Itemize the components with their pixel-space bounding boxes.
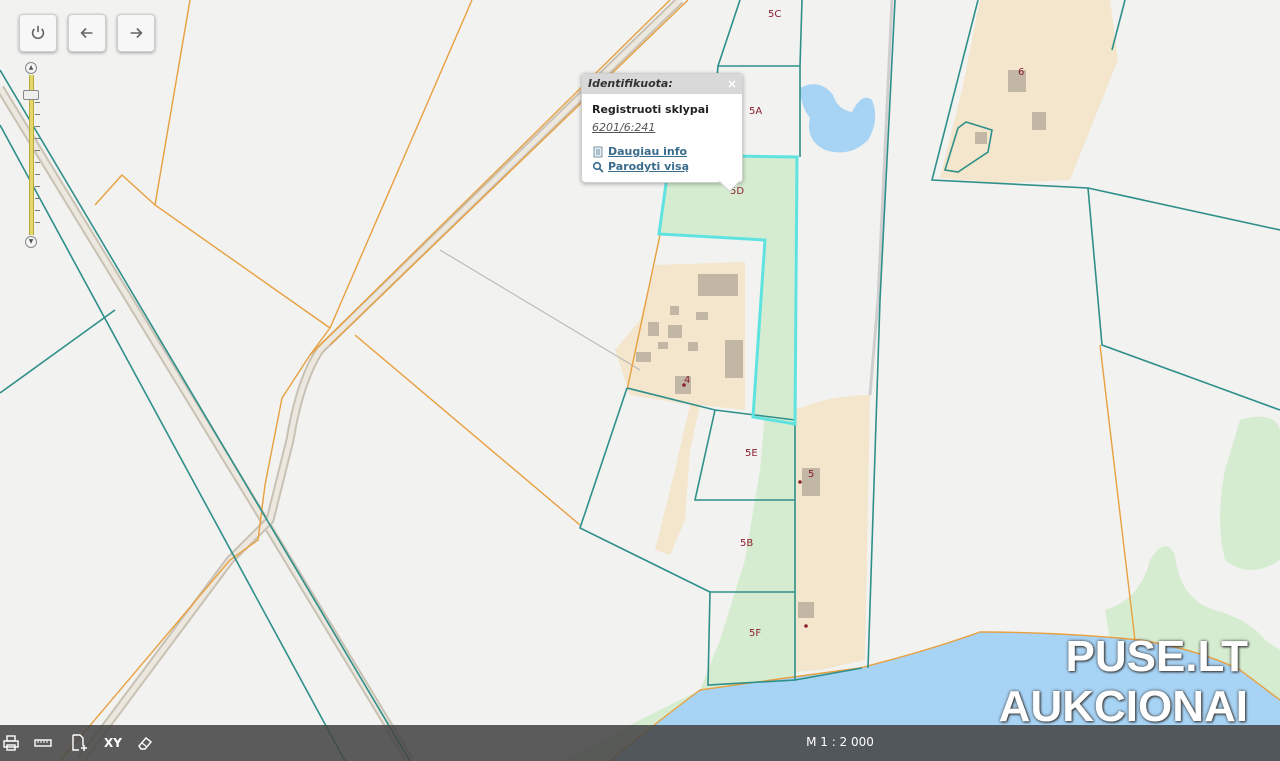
- add-document-icon: [72, 734, 87, 751]
- zoom-tick: [35, 102, 40, 103]
- power-button[interactable]: [19, 14, 57, 52]
- add-document-button[interactable]: [70, 734, 88, 752]
- xy-label: XY: [104, 736, 122, 750]
- zoom-out-icon[interactable]: ▼: [25, 236, 37, 248]
- back-button[interactable]: [68, 14, 106, 52]
- close-icon[interactable]: ×: [727, 74, 737, 94]
- ruler-icon: [34, 739, 52, 747]
- zoom-tick: [35, 186, 40, 187]
- document-icon: [593, 146, 603, 157]
- show-all-label: Parodyti visą: [608, 160, 689, 173]
- popup-title: Identifikuota:: [588, 77, 673, 90]
- zoom-thumb[interactable]: [23, 90, 39, 100]
- watermark: PUSE.LT AUKCIONAI: [999, 632, 1248, 732]
- arrow-left-icon: [80, 27, 93, 39]
- plot-label-5: 5: [808, 469, 814, 480]
- parcel-id-link[interactable]: 6201/6:241: [592, 121, 655, 134]
- plot-label-5b: 5B: [740, 538, 753, 549]
- zoom-tick: [35, 198, 40, 199]
- plot-label-4: 4: [684, 375, 690, 386]
- watermark-line-2: AUKCIONAI: [998, 682, 1248, 731]
- zoom-tick: [35, 150, 40, 151]
- zoom-slider[interactable]: ▲ ▼: [23, 62, 40, 248]
- forward-button[interactable]: [117, 14, 155, 52]
- arrow-right-icon: [130, 27, 143, 39]
- zoom-tick: [35, 174, 40, 175]
- measure-button[interactable]: [34, 734, 52, 752]
- map-scale: M 1 : 2 000: [806, 735, 874, 749]
- eraser-button[interactable]: [136, 734, 154, 752]
- zoom-tick: [35, 210, 40, 211]
- popup-layer-name: Registruoti sklypai: [592, 103, 709, 116]
- watermark-line-1: PUSE.LT: [1065, 632, 1248, 681]
- zoom-tick: [35, 126, 40, 127]
- plot-label-6: 6: [1018, 67, 1024, 78]
- show-all-link[interactable]: Parodyti visą: [592, 160, 732, 173]
- eraser-icon: [138, 737, 153, 750]
- zoom-tick: [35, 222, 40, 223]
- printer-icon: [3, 735, 19, 751]
- print-button[interactable]: [2, 734, 20, 752]
- magnifier-icon: [592, 161, 604, 173]
- more-info-link[interactable]: Daugiau info: [592, 145, 732, 158]
- zoom-tick: [35, 162, 40, 163]
- plot-label-5f: 5F: [749, 628, 761, 639]
- power-icon: [31, 25, 45, 40]
- identify-popup: Identifikuota: × Registruoti sklypai 620…: [581, 73, 743, 193]
- more-info-label: Daugiau info: [608, 145, 688, 158]
- popup-header: Identifikuota: ×: [582, 74, 742, 94]
- plot-label-5e: 5E: [745, 448, 758, 459]
- coordinates-button[interactable]: XY: [104, 734, 122, 752]
- zoom-in-icon[interactable]: ▲: [25, 62, 37, 74]
- plot-label-5c: 5C: [768, 9, 781, 20]
- zoom-tick: [35, 114, 40, 115]
- plot-label-5a: 5A: [749, 106, 762, 117]
- zoom-tick: [35, 138, 40, 139]
